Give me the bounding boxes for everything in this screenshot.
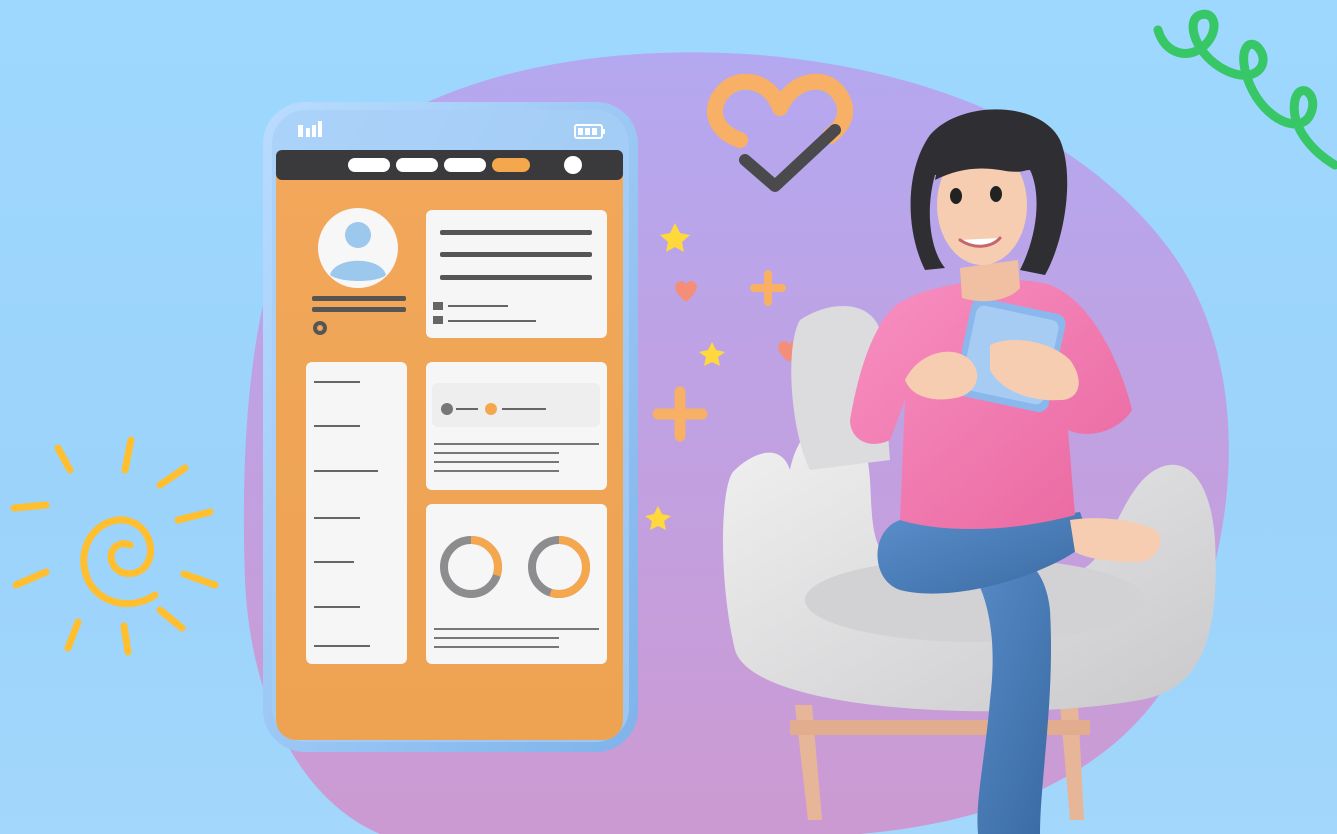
squiggle-icon — [1153, 9, 1337, 170]
nav-dot — [564, 156, 582, 174]
list-card — [306, 362, 407, 664]
nav-tab — [348, 158, 390, 172]
sun-icon — [10, 436, 219, 656]
avatar-icon — [318, 208, 398, 288]
phone-mockup — [263, 102, 638, 752]
info-card — [426, 210, 607, 338]
nav-tab-active — [492, 158, 530, 172]
illustration-scene — [0, 0, 1337, 834]
gear-icon — [313, 321, 327, 335]
scene-svg — [10, 9, 1337, 834]
nav-tab — [444, 158, 486, 172]
nav-tab — [396, 158, 438, 172]
